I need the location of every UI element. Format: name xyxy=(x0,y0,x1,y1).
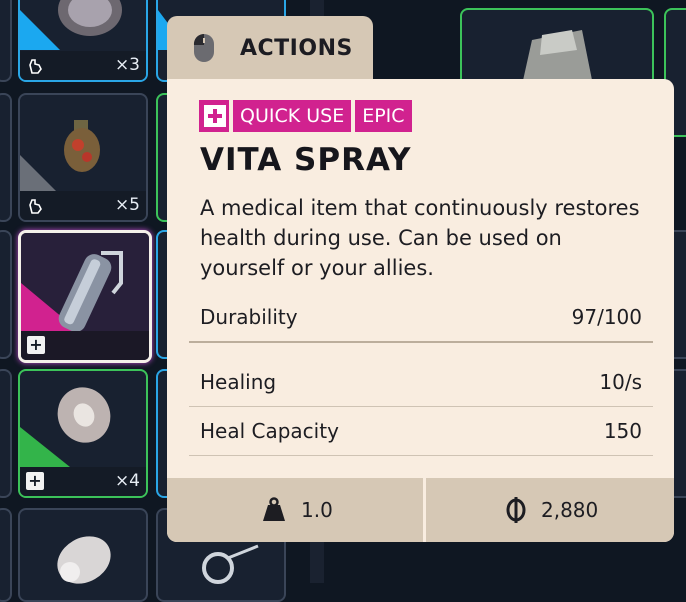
plus-icon: + xyxy=(27,336,45,354)
plus-icon xyxy=(199,100,229,132)
stat-row: Heal Capacity 150 xyxy=(189,407,653,456)
stat-row: Healing 10/s xyxy=(189,358,653,407)
inventory-slot[interactable]: ×3 xyxy=(18,0,148,82)
slot-bar: + xyxy=(21,331,149,360)
slot-bar: ×5 xyxy=(20,191,146,220)
actions-tab-label: ACTIONS xyxy=(240,36,353,61)
item-weight: 1.0 xyxy=(301,498,333,522)
inventory-slot[interactable] xyxy=(0,508,12,602)
actions-tab[interactable]: ACTIONS xyxy=(167,16,373,86)
item-count: ×4 xyxy=(114,471,140,491)
item-tooltip: QUICK USE EPIC VITA SPRAY A medical item… xyxy=(167,79,674,542)
inventory-slot[interactable] xyxy=(18,508,148,602)
plus-icon: + xyxy=(26,472,44,490)
item-description: A medical item that continuously restore… xyxy=(200,196,640,280)
tooltip-footer: 1.0 2,880 xyxy=(167,478,674,542)
weight-icon xyxy=(263,497,285,521)
stat-value: 150 xyxy=(603,419,642,443)
stat-row: Durability 97/100 xyxy=(189,293,653,343)
item-price: 2,880 xyxy=(541,498,599,522)
slot-bar: ×3 xyxy=(20,51,146,80)
inventory-slot[interactable] xyxy=(0,0,12,82)
price-cell: 2,880 xyxy=(426,478,674,542)
inventory-slot[interactable] xyxy=(0,369,12,498)
item-count: ×5 xyxy=(114,195,140,215)
slot-bar: + ×4 xyxy=(20,467,146,496)
inventory-slot[interactable]: + ×4 xyxy=(18,369,148,498)
tag-rarity: EPIC xyxy=(355,100,412,132)
weight-cell: 1.0 xyxy=(167,478,423,542)
tag-row: QUICK USE EPIC xyxy=(199,100,412,132)
item-name: VITA SPRAY xyxy=(200,142,412,178)
inventory-slot[interactable] xyxy=(0,230,12,359)
currency-icon xyxy=(506,497,526,523)
hand-icon xyxy=(29,199,42,214)
stat-label: Durability xyxy=(200,305,298,329)
stat-value: 97/100 xyxy=(571,305,642,329)
stat-label: Heal Capacity xyxy=(200,419,339,443)
hand-icon xyxy=(29,59,42,74)
tag-quick-use: QUICK USE xyxy=(233,100,352,132)
inventory-slot-selected[interactable]: + xyxy=(18,230,152,363)
stat-label: Healing xyxy=(200,370,277,394)
item-count: ×3 xyxy=(114,55,140,75)
mouse-icon xyxy=(193,33,214,62)
item-art xyxy=(57,536,111,584)
inventory-slot[interactable] xyxy=(0,93,12,222)
stat-value: 10/s xyxy=(599,370,642,394)
item-art xyxy=(522,30,592,85)
inventory-slot[interactable]: ×5 xyxy=(18,93,148,222)
